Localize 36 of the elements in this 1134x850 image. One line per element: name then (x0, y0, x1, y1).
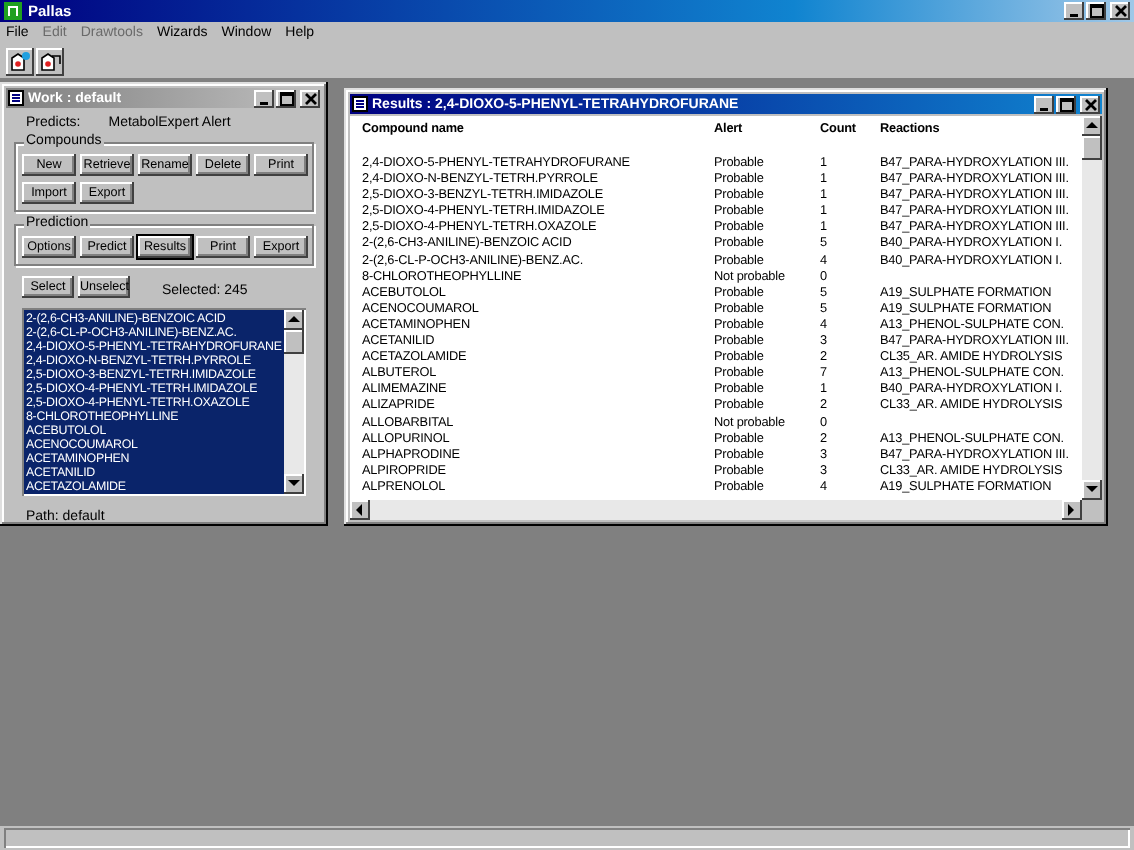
maximize-button[interactable] (1086, 2, 1106, 20)
triangle-down-icon (286, 476, 302, 492)
app-icon (4, 2, 22, 20)
close-button[interactable] (1110, 2, 1130, 20)
maximize-button[interactable] (1056, 95, 1076, 113)
minimize-button[interactable] (1064, 2, 1084, 20)
maximize-icon (1059, 97, 1073, 111)
close-button[interactable] (300, 89, 320, 107)
toolbar-button[interactable] (6, 47, 34, 75)
scroll-arrow-button[interactable] (284, 474, 304, 494)
compound-list[interactable] (22, 308, 306, 496)
close-button[interactable] (1080, 95, 1100, 113)
scroll-arrow-button[interactable] (1082, 116, 1102, 136)
scroll-arrow-button[interactable] (284, 310, 304, 330)
toolbar-button[interactable] (36, 47, 64, 75)
maximize-icon (1089, 4, 1103, 18)
triangle-up-icon (1084, 118, 1100, 134)
document-list-icon (352, 96, 368, 112)
maximize-icon (279, 91, 293, 105)
triangle-left-icon (352, 502, 368, 518)
minimize-button[interactable] (1034, 95, 1054, 113)
close-icon (1083, 97, 1097, 111)
maximize-button[interactable] (276, 89, 296, 107)
triangle-right-icon (1064, 502, 1080, 518)
scrollbar-thumb[interactable] (1082, 136, 1102, 160)
scroll-arrow-button[interactable] (1082, 480, 1102, 500)
scroll-arrow-button[interactable] (1062, 500, 1082, 520)
close-icon (1113, 4, 1127, 18)
close-icon (303, 91, 317, 105)
minimize-button[interactable] (254, 89, 274, 107)
triangle-down-icon (1084, 482, 1100, 498)
scroll-arrow-button[interactable] (350, 500, 370, 520)
resize-grip-icon[interactable] (1082, 500, 1102, 520)
document-list-icon (8, 90, 24, 106)
scrollbar-thumb[interactable] (284, 330, 304, 354)
triangle-up-icon (286, 312, 302, 328)
